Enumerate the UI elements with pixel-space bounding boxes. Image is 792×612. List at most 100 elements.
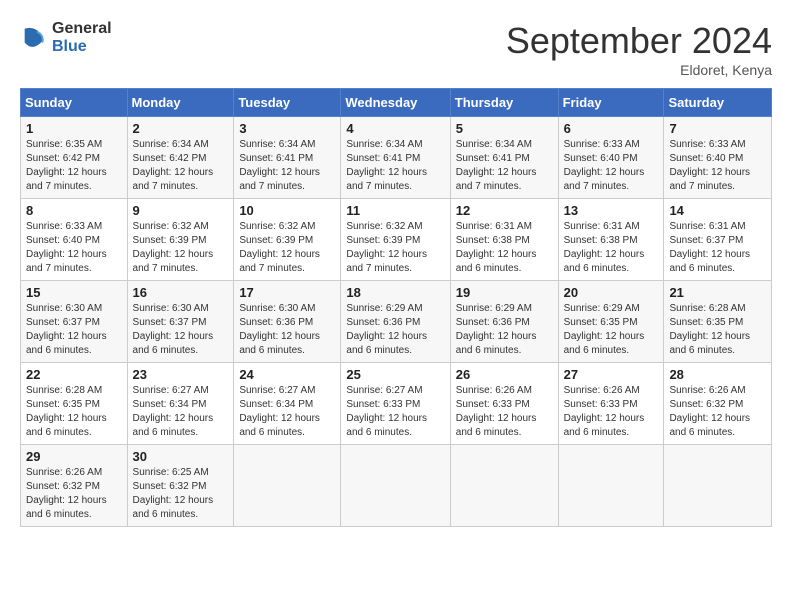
day-info: Sunrise: 6:33 AM Sunset: 6:40 PM Dayligh… bbox=[669, 138, 766, 194]
day-info: Sunrise: 6:29 AM Sunset: 6:36 PM Dayligh… bbox=[346, 302, 444, 358]
day-info: Sunrise: 6:27 AM Sunset: 6:34 PM Dayligh… bbox=[133, 384, 229, 440]
calendar-cell: 23 Sunrise: 6:27 AM Sunset: 6:34 PM Dayl… bbox=[127, 363, 234, 445]
day-number: 26 bbox=[456, 367, 553, 382]
day-info: Sunrise: 6:34 AM Sunset: 6:42 PM Dayligh… bbox=[133, 138, 229, 194]
day-number: 18 bbox=[346, 285, 444, 300]
day-number: 16 bbox=[133, 285, 229, 300]
calendar-cell: 4 Sunrise: 6:34 AM Sunset: 6:41 PM Dayli… bbox=[341, 117, 450, 199]
logo-text: General Blue bbox=[52, 20, 112, 55]
day-info: Sunrise: 6:26 AM Sunset: 6:32 PM Dayligh… bbox=[26, 466, 122, 522]
logo-blue-text: Blue bbox=[52, 38, 112, 56]
day-info: Sunrise: 6:33 AM Sunset: 6:40 PM Dayligh… bbox=[564, 138, 659, 194]
calendar-cell: 8 Sunrise: 6:33 AM Sunset: 6:40 PM Dayli… bbox=[21, 199, 128, 281]
day-info: Sunrise: 6:32 AM Sunset: 6:39 PM Dayligh… bbox=[239, 220, 335, 276]
day-info: Sunrise: 6:30 AM Sunset: 6:37 PM Dayligh… bbox=[26, 302, 122, 358]
calendar-cell: 15 Sunrise: 6:30 AM Sunset: 6:37 PM Dayl… bbox=[21, 281, 128, 363]
day-info: Sunrise: 6:32 AM Sunset: 6:39 PM Dayligh… bbox=[133, 220, 229, 276]
calendar-week-row: 1 Sunrise: 6:35 AM Sunset: 6:42 PM Dayli… bbox=[21, 117, 772, 199]
day-number: 17 bbox=[239, 285, 335, 300]
calendar-cell: 29 Sunrise: 6:26 AM Sunset: 6:32 PM Dayl… bbox=[21, 445, 128, 527]
day-number: 4 bbox=[346, 121, 444, 136]
calendar-cell: 27 Sunrise: 6:26 AM Sunset: 6:33 PM Dayl… bbox=[558, 363, 664, 445]
calendar-header-thursday: Thursday bbox=[450, 89, 558, 117]
day-number: 20 bbox=[564, 285, 659, 300]
day-number: 14 bbox=[669, 203, 766, 218]
day-number: 7 bbox=[669, 121, 766, 136]
day-number: 8 bbox=[26, 203, 122, 218]
calendar-header-friday: Friday bbox=[558, 89, 664, 117]
day-number: 23 bbox=[133, 367, 229, 382]
calendar-cell: 9 Sunrise: 6:32 AM Sunset: 6:39 PM Dayli… bbox=[127, 199, 234, 281]
location: Eldoret, Kenya bbox=[506, 62, 772, 78]
day-info: Sunrise: 6:31 AM Sunset: 6:38 PM Dayligh… bbox=[564, 220, 659, 276]
day-info: Sunrise: 6:34 AM Sunset: 6:41 PM Dayligh… bbox=[346, 138, 444, 194]
logo-general-text: General bbox=[52, 20, 112, 38]
calendar-cell: 14 Sunrise: 6:31 AM Sunset: 6:37 PM Dayl… bbox=[664, 199, 772, 281]
day-number: 15 bbox=[26, 285, 122, 300]
calendar-cell: 12 Sunrise: 6:31 AM Sunset: 6:38 PM Dayl… bbox=[450, 199, 558, 281]
calendar-header-row: SundayMondayTuesdayWednesdayThursdayFrid… bbox=[21, 89, 772, 117]
calendar-cell: 20 Sunrise: 6:29 AM Sunset: 6:35 PM Dayl… bbox=[558, 281, 664, 363]
day-info: Sunrise: 6:30 AM Sunset: 6:36 PM Dayligh… bbox=[239, 302, 335, 358]
day-info: Sunrise: 6:28 AM Sunset: 6:35 PM Dayligh… bbox=[669, 302, 766, 358]
calendar-cell: 17 Sunrise: 6:30 AM Sunset: 6:36 PM Dayl… bbox=[234, 281, 341, 363]
calendar-cell: 22 Sunrise: 6:28 AM Sunset: 6:35 PM Dayl… bbox=[21, 363, 128, 445]
day-number: 3 bbox=[239, 121, 335, 136]
calendar-week-row: 8 Sunrise: 6:33 AM Sunset: 6:40 PM Dayli… bbox=[21, 199, 772, 281]
calendar-week-row: 15 Sunrise: 6:30 AM Sunset: 6:37 PM Dayl… bbox=[21, 281, 772, 363]
logo: General Blue bbox=[20, 20, 112, 55]
calendar-cell: 24 Sunrise: 6:27 AM Sunset: 6:34 PM Dayl… bbox=[234, 363, 341, 445]
day-info: Sunrise: 6:31 AM Sunset: 6:37 PM Dayligh… bbox=[669, 220, 766, 276]
calendar-cell: 5 Sunrise: 6:34 AM Sunset: 6:41 PM Dayli… bbox=[450, 117, 558, 199]
day-info: Sunrise: 6:31 AM Sunset: 6:38 PM Dayligh… bbox=[456, 220, 553, 276]
calendar-week-row: 29 Sunrise: 6:26 AM Sunset: 6:32 PM Dayl… bbox=[21, 445, 772, 527]
title-area: September 2024 Eldoret, Kenya bbox=[506, 20, 772, 78]
day-info: Sunrise: 6:29 AM Sunset: 6:36 PM Dayligh… bbox=[456, 302, 553, 358]
day-number: 9 bbox=[133, 203, 229, 218]
calendar-cell: 11 Sunrise: 6:32 AM Sunset: 6:39 PM Dayl… bbox=[341, 199, 450, 281]
calendar-table: SundayMondayTuesdayWednesdayThursdayFrid… bbox=[20, 88, 772, 527]
day-number: 5 bbox=[456, 121, 553, 136]
calendar-cell: 25 Sunrise: 6:27 AM Sunset: 6:33 PM Dayl… bbox=[341, 363, 450, 445]
day-number: 1 bbox=[26, 121, 122, 136]
day-info: Sunrise: 6:25 AM Sunset: 6:32 PM Dayligh… bbox=[133, 466, 229, 522]
calendar-cell: 13 Sunrise: 6:31 AM Sunset: 6:38 PM Dayl… bbox=[558, 199, 664, 281]
day-info: Sunrise: 6:32 AM Sunset: 6:39 PM Dayligh… bbox=[346, 220, 444, 276]
calendar-header-saturday: Saturday bbox=[664, 89, 772, 117]
calendar-header-monday: Monday bbox=[127, 89, 234, 117]
calendar-header-sunday: Sunday bbox=[21, 89, 128, 117]
day-info: Sunrise: 6:34 AM Sunset: 6:41 PM Dayligh… bbox=[456, 138, 553, 194]
day-info: Sunrise: 6:27 AM Sunset: 6:34 PM Dayligh… bbox=[239, 384, 335, 440]
calendar-cell: 2 Sunrise: 6:34 AM Sunset: 6:42 PM Dayli… bbox=[127, 117, 234, 199]
month-title: September 2024 bbox=[506, 20, 772, 62]
day-number: 10 bbox=[239, 203, 335, 218]
day-number: 29 bbox=[26, 449, 122, 464]
day-number: 11 bbox=[346, 203, 444, 218]
day-info: Sunrise: 6:26 AM Sunset: 6:32 PM Dayligh… bbox=[669, 384, 766, 440]
calendar-cell: 6 Sunrise: 6:33 AM Sunset: 6:40 PM Dayli… bbox=[558, 117, 664, 199]
day-number: 24 bbox=[239, 367, 335, 382]
calendar-cell: 18 Sunrise: 6:29 AM Sunset: 6:36 PM Dayl… bbox=[341, 281, 450, 363]
calendar-cell bbox=[558, 445, 664, 527]
day-number: 12 bbox=[456, 203, 553, 218]
calendar-cell: 19 Sunrise: 6:29 AM Sunset: 6:36 PM Dayl… bbox=[450, 281, 558, 363]
day-info: Sunrise: 6:26 AM Sunset: 6:33 PM Dayligh… bbox=[564, 384, 659, 440]
calendar-cell: 28 Sunrise: 6:26 AM Sunset: 6:32 PM Dayl… bbox=[664, 363, 772, 445]
day-number: 21 bbox=[669, 285, 766, 300]
calendar-cell: 16 Sunrise: 6:30 AM Sunset: 6:37 PM Dayl… bbox=[127, 281, 234, 363]
day-info: Sunrise: 6:34 AM Sunset: 6:41 PM Dayligh… bbox=[239, 138, 335, 194]
calendar-cell: 26 Sunrise: 6:26 AM Sunset: 6:33 PM Dayl… bbox=[450, 363, 558, 445]
day-number: 22 bbox=[26, 367, 122, 382]
day-info: Sunrise: 6:27 AM Sunset: 6:33 PM Dayligh… bbox=[346, 384, 444, 440]
calendar-cell: 1 Sunrise: 6:35 AM Sunset: 6:42 PM Dayli… bbox=[21, 117, 128, 199]
calendar-cell: 10 Sunrise: 6:32 AM Sunset: 6:39 PM Dayl… bbox=[234, 199, 341, 281]
day-info: Sunrise: 6:28 AM Sunset: 6:35 PM Dayligh… bbox=[26, 384, 122, 440]
calendar-cell bbox=[664, 445, 772, 527]
logo-icon bbox=[20, 24, 48, 52]
calendar-cell bbox=[234, 445, 341, 527]
calendar-cell bbox=[341, 445, 450, 527]
day-number: 27 bbox=[564, 367, 659, 382]
calendar-week-row: 22 Sunrise: 6:28 AM Sunset: 6:35 PM Dayl… bbox=[21, 363, 772, 445]
day-number: 6 bbox=[564, 121, 659, 136]
calendar-header-tuesday: Tuesday bbox=[234, 89, 341, 117]
